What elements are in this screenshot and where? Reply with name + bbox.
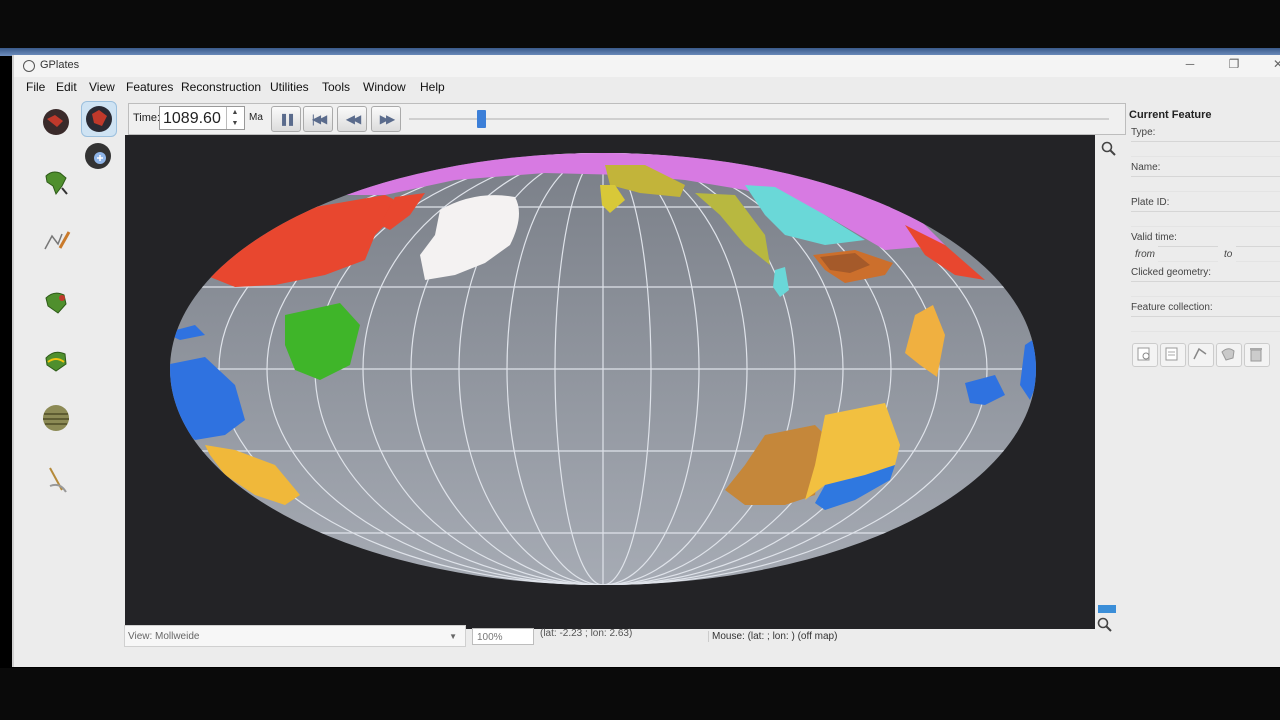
menu-reconstruction[interactable]: Reconstruction [181,80,261,94]
valid-time-label: Valid time: [1131,232,1177,243]
edit-feature-button[interactable] [1160,343,1186,367]
to-field [1236,246,1280,262]
polyline-pencil-icon [44,231,71,250]
rewind-icon: ◀◀ [345,112,362,126]
delete-feature-button[interactable] [1244,343,1270,367]
plate-move-icon [45,292,67,314]
to-label: to [1224,249,1233,260]
compass-icon [49,467,67,493]
feature-shape-icon [1221,348,1235,361]
time-slider-handle[interactable] [477,110,486,128]
pause-icon: ❚❚ [278,112,296,126]
restore-icon[interactable]: ❐ [1220,57,1248,71]
query-feature-button[interactable] [1132,343,1158,367]
monitor-bezel-top [0,0,1280,50]
monitor-bezel-bottom [0,668,1280,720]
minimize-icon[interactable]: ─ [1176,57,1204,71]
type-label: Type: [1131,127,1156,138]
mollweide-map[interactable] [125,135,1095,629]
menu-edit[interactable]: Edit [56,80,77,94]
fast-forward-icon: ▶▶ [379,112,396,126]
plate-rotate-icon [45,351,67,372]
camera-coordinates: (lat: -2.23 ; lon: 2.63) [540,628,633,639]
globe-canvas[interactable] [125,135,1095,629]
mouse-coordinates: Mouse: (lat: ; lon: ) (off map) [708,631,837,642]
globe-zoom-icon [86,106,112,132]
digitise-tool[interactable] [39,223,73,257]
menu-features[interactable]: Features [126,80,173,94]
menu-tools[interactable]: Tools [322,80,350,94]
edit-document-icon [1165,347,1178,361]
name-field [1131,176,1280,192]
menubar: File Edit View Features Reconstruction U… [14,77,1280,97]
pause-button[interactable]: ❚❚ [271,106,301,132]
titlebar: GPlates ─ ❐ ✕ [14,55,1280,77]
reset-button[interactable]: |◀◀ [303,106,333,132]
measure-distance-tool[interactable] [39,401,73,435]
clicked-geometry-field [1131,281,1280,297]
time-unit: Ma [249,112,263,123]
clicked-geometry-label: Clicked geometry: [1131,267,1212,278]
projection-select[interactable]: View: Mollweide ▼ [124,625,466,647]
plate-id-field [1131,211,1280,227]
current-feature-panel: Current Feature Type: Name: Plate ID: Va… [1126,105,1280,625]
feature-collection-label: Feature collection: [1131,302,1213,313]
step-forward-button[interactable]: ▶▶ [371,106,401,132]
trash-icon [1250,348,1262,362]
gplates-logo-icon [23,60,35,72]
animation-toolbar: Time: 1089.60 ▲ ▼ Ma ❚❚ |◀◀ ◀◀ ▶▶ [128,103,1126,135]
menu-help[interactable]: Help [420,80,445,94]
zoom-in-tool[interactable] [81,139,115,173]
tool-palette [36,99,136,519]
zoom-globe-tool[interactable] [81,101,117,137]
menu-utilities[interactable]: Utilities [270,80,309,94]
menu-file[interactable]: File [26,80,45,94]
split-feature-tool[interactable] [39,343,73,377]
chevron-down-icon: ▼ [449,632,457,641]
africa-icon [45,171,68,196]
from-field [1158,246,1218,262]
reset-icon: |◀◀ [311,112,327,126]
choose-feature-tool[interactable] [39,165,73,199]
time-spinner[interactable]: ▲ ▼ [226,107,243,129]
projection-value: Mollweide [155,631,200,642]
time-slider[interactable] [409,118,1109,120]
plate-id-label: Plate ID: [1131,197,1170,208]
feature-collection-field [1131,316,1280,332]
magnifier-icon[interactable] [1101,141,1117,157]
zoom-spinbox[interactable]: 100% [472,628,534,645]
geometry-icon [1193,347,1207,360]
time-label: Time: [133,112,161,124]
projection-label: View: [128,631,153,642]
magnifier-globe-icon [85,143,111,169]
type-field [1131,141,1280,157]
query-icon [1137,347,1150,361]
menu-window[interactable]: Window [363,80,406,94]
panel-title: Current Feature [1129,109,1212,121]
name-label: Name: [1131,162,1161,173]
clone-feature-button[interactable] [1216,343,1242,367]
step-back-button[interactable]: ◀◀ [337,106,367,132]
menu-view[interactable]: View [89,80,115,94]
striped-globe-icon [43,405,69,431]
zoom-slider-marker[interactable] [1098,605,1116,613]
gplates-window: GPlates ─ ❐ ✕ File Edit View Features Re… [12,55,1280,667]
close-icon[interactable]: ✕ [1264,57,1280,71]
drag-globe-tool[interactable] [39,105,73,139]
globe-drag-icon [43,109,69,135]
move-vertex-tool[interactable] [39,285,73,319]
statusbar: View: Mollweide ▼ 100% (lat: -2.23 ; lon… [124,625,1280,651]
clone-geometry-button[interactable] [1188,343,1214,367]
from-label: from [1135,249,1155,260]
pole-manipulation-tool[interactable] [39,463,73,497]
window-title: GPlates [40,59,80,71]
